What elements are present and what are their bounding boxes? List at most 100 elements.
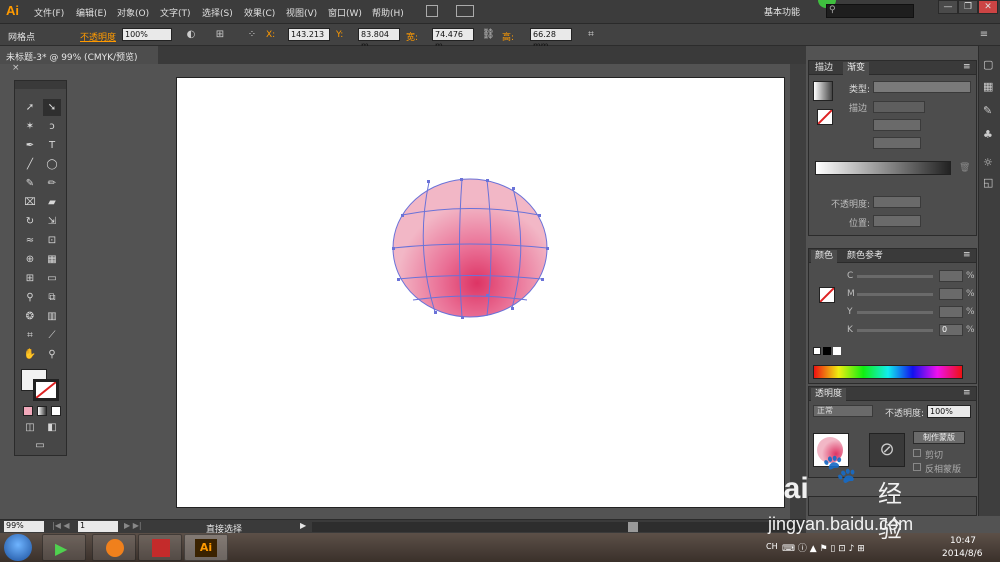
tray-icons[interactable]: ⌨ ⓘ ▲ ⚑ ▯ ⊡ ♪ ⊞	[782, 541, 865, 554]
zoom-tool-icon[interactable]: ⚲	[43, 346, 61, 363]
vertical-scrollbar[interactable]	[790, 64, 806, 519]
color-fill-stroke-swatch[interactable]	[819, 287, 835, 303]
zoom-select[interactable]: 99%	[4, 521, 44, 532]
document-tab[interactable]: 未标题-3* @ 99% (CMYK/预览) ×	[0, 46, 158, 73]
tab-transparency[interactable]: 透明度	[811, 388, 847, 401]
browser-taskbar-icon[interactable]	[92, 534, 136, 561]
panel-menu-icon[interactable]: ≡	[963, 62, 971, 72]
invert-mask-checkbox[interactable]	[913, 463, 921, 471]
menu-edit[interactable]: 编辑(E)	[76, 6, 107, 19]
warp-tool-icon[interactable]: ≈	[21, 232, 39, 249]
horizontal-scrollbar[interactable]	[312, 522, 802, 532]
transform-icon[interactable]: ⌗	[585, 29, 597, 41]
document-tab-close-icon[interactable]: ×	[12, 63, 20, 73]
width-input[interactable]: 74.476 m	[432, 28, 474, 50]
gradient-mode-button[interactable]	[37, 406, 47, 416]
symbol-sprayer-tool-icon[interactable]: ❂	[21, 308, 39, 325]
channel-y-input[interactable]	[939, 306, 963, 318]
gradient-position-field[interactable]	[873, 215, 921, 227]
gradient-angle-field[interactable]	[873, 119, 921, 131]
gradient-slider[interactable]	[815, 161, 951, 175]
type-tool-icon[interactable]: T	[43, 137, 61, 154]
horizontal-scroll-thumb[interactable]	[628, 522, 638, 532]
symbols-icon[interactable]: ♣	[983, 128, 993, 141]
gradient-mesh-sphere[interactable]	[177, 78, 786, 509]
screen-mode-icon[interactable]: ▭	[31, 437, 49, 454]
clock-time[interactable]: 10:47	[950, 536, 976, 546]
input-language-label[interactable]: CH	[766, 542, 778, 551]
menu-effect[interactable]: 效果(C)	[244, 6, 275, 19]
panel-menu-icon[interactable]: ≡	[978, 29, 990, 41]
gradient-stroke-options[interactable]	[873, 101, 925, 113]
y-input[interactable]: 83.804 m	[358, 28, 400, 50]
hand-tool-icon[interactable]: ✋	[21, 346, 39, 363]
tab-gradient[interactable]: 渐变	[843, 62, 870, 75]
perspective-grid-tool-icon[interactable]: ▦	[43, 251, 61, 268]
swatches-icon[interactable]: ▦	[983, 80, 993, 93]
gradient-type-select[interactable]	[873, 81, 971, 93]
menu-view[interactable]: 视图(V)	[286, 6, 317, 19]
artboard[interactable]	[176, 77, 785, 508]
menu-type[interactable]: 文字(T)	[160, 6, 191, 19]
align-grid-icon[interactable]: ⊞	[214, 29, 226, 41]
blob-brush-tool-icon[interactable]: ⌧	[21, 194, 39, 211]
brushes-icon[interactable]: ✎	[983, 104, 992, 117]
paintbrush-tool-icon[interactable]: ✎	[21, 175, 39, 192]
restore-button[interactable]: ❐	[958, 0, 978, 14]
arrange-documents-icon[interactable]	[456, 5, 474, 17]
pencil-tool-icon[interactable]: ✏	[43, 175, 61, 192]
none-color-swatch[interactable]	[813, 347, 821, 355]
gradient-aspect-field[interactable]	[873, 137, 921, 149]
color-mode-button[interactable]	[23, 406, 33, 416]
tab-color-guide[interactable]: 颜色参考	[843, 250, 887, 263]
transparency-opacity-input[interactable]: 100%	[927, 405, 971, 418]
direct-selection-tool-icon[interactable]: ➘	[43, 99, 61, 116]
app-taskbar-icon[interactable]	[138, 534, 182, 561]
channel-m-slider[interactable]	[857, 293, 933, 296]
bridge-icon[interactable]	[426, 5, 438, 17]
menu-window[interactable]: 窗口(W)	[328, 6, 362, 19]
mask-thumbnail-icon[interactable]: ⊘	[869, 433, 905, 467]
clock-date[interactable]: 2014/8/6	[942, 549, 982, 559]
channel-c-input[interactable]	[939, 270, 963, 282]
magic-wand-tool-icon[interactable]: ✶	[21, 118, 39, 135]
stroke-swatch[interactable]	[33, 379, 59, 401]
menu-help[interactable]: 帮助(H)	[372, 6, 404, 19]
none-mode-button[interactable]	[51, 406, 61, 416]
gradient-fill-stroke-swatch[interactable]	[817, 109, 833, 125]
blend-mode-select[interactable]: 正常	[813, 405, 873, 417]
channel-k-slider[interactable]	[857, 329, 933, 332]
height-input[interactable]: 66.28 mm	[530, 28, 572, 50]
pen-tool-icon[interactable]: ✒	[21, 137, 39, 154]
slice-tool-icon[interactable]: ⟋	[43, 327, 61, 344]
opacity-link[interactable]: 不透明度	[80, 30, 116, 43]
close-button[interactable]: ✕	[978, 0, 998, 14]
channel-y-slider[interactable]	[857, 311, 933, 314]
next-artboard-icon[interactable]: ▶ ▶|	[124, 521, 142, 530]
column-graph-tool-icon[interactable]: ▥	[43, 308, 61, 325]
tab-stroke[interactable]: 描边	[811, 62, 837, 75]
scale-tool-icon[interactable]: ⇲	[43, 213, 61, 230]
mesh-tool-icon[interactable]: ⊞	[21, 270, 39, 287]
selection-tool-icon[interactable]: ➚	[21, 99, 39, 116]
clip-checkbox[interactable]	[913, 449, 921, 457]
make-mask-button[interactable]: 制作蒙版	[913, 431, 965, 444]
graphic-styles-icon[interactable]: ☼	[983, 156, 993, 169]
opacity-input[interactable]: 100%	[122, 28, 172, 41]
white-swatch[interactable]	[833, 347, 841, 355]
gradient-tool-icon[interactable]: ▭	[43, 270, 61, 287]
lasso-tool-icon[interactable]: ↄ	[43, 118, 61, 135]
toolbox-header[interactable]	[15, 81, 66, 89]
delete-stop-icon[interactable]: 🗑	[959, 163, 970, 173]
eyedropper-tool-icon[interactable]: ⚲	[21, 289, 39, 306]
workspace-switcher[interactable]: 基本功能	[764, 5, 800, 18]
draw-normal-icon[interactable]: ◫	[21, 419, 39, 436]
constrain-proportions-icon[interactable]: ⛓	[482, 29, 495, 41]
start-button[interactable]	[4, 534, 32, 561]
tab-color[interactable]: 颜色	[811, 250, 838, 263]
eraser-tool-icon[interactable]: ▰	[43, 194, 61, 211]
black-swatch[interactable]	[823, 347, 831, 355]
minimize-button[interactable]: —	[938, 0, 958, 14]
rotate-tool-icon[interactable]: ↻	[21, 213, 39, 230]
color-spectrum-bar[interactable]	[813, 365, 963, 379]
